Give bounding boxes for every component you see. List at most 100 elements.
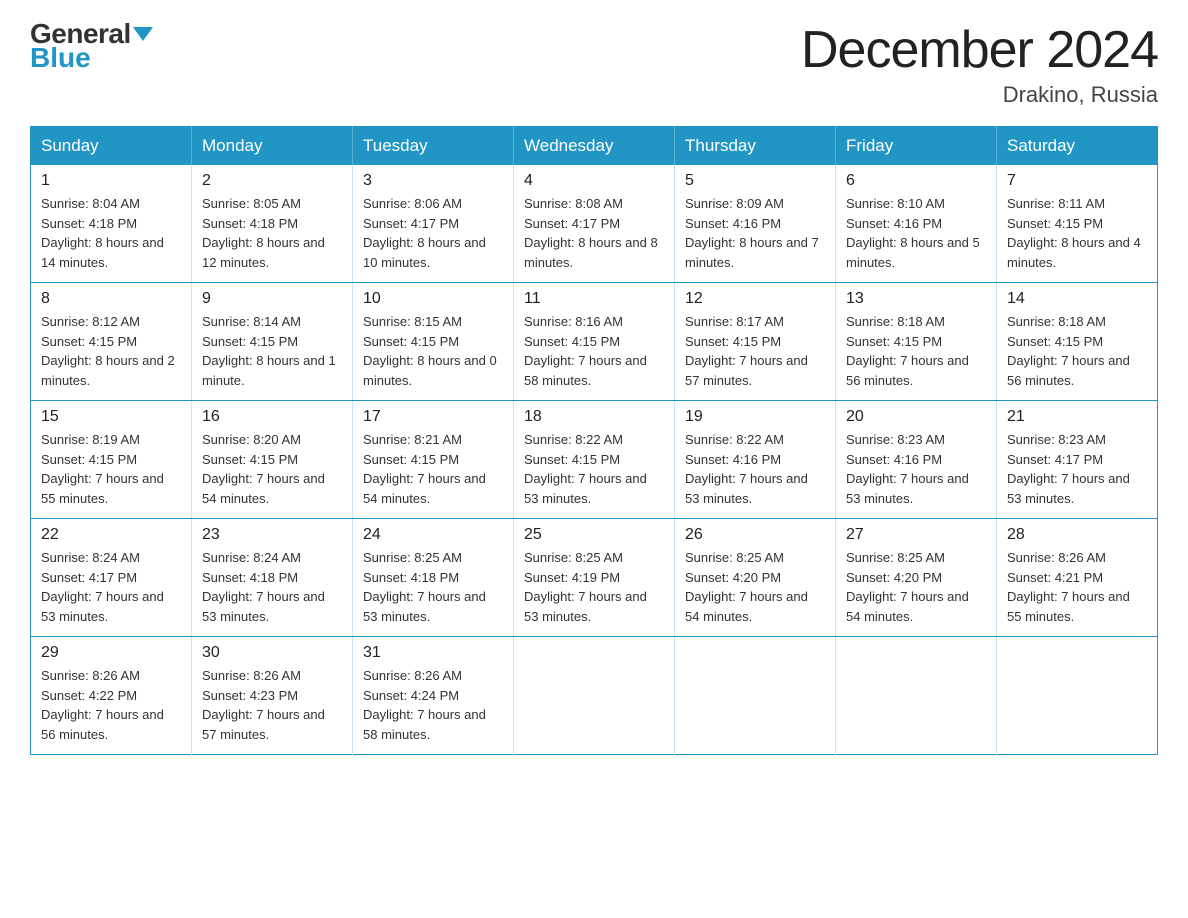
calendar-day-17: 17 Sunrise: 8:21 AM Sunset: 4:15 PM Dayl… [353, 401, 514, 519]
day-info: Sunrise: 8:06 AM Sunset: 4:17 PM Dayligh… [363, 194, 503, 272]
calendar-table: SundayMondayTuesdayWednesdayThursdayFrid… [30, 126, 1158, 755]
page-header: General Blue December 2024 Drakino, Russ… [30, 20, 1158, 108]
day-info: Sunrise: 8:24 AM Sunset: 4:17 PM Dayligh… [41, 548, 181, 626]
calendar-day-10: 10 Sunrise: 8:15 AM Sunset: 4:15 PM Dayl… [353, 283, 514, 401]
calendar-day-20: 20 Sunrise: 8:23 AM Sunset: 4:16 PM Dayl… [836, 401, 997, 519]
calendar-day-8: 8 Sunrise: 8:12 AM Sunset: 4:15 PM Dayli… [31, 283, 192, 401]
day-info: Sunrise: 8:26 AM Sunset: 4:24 PM Dayligh… [363, 666, 503, 744]
day-number: 5 [685, 172, 825, 190]
day-info: Sunrise: 8:17 AM Sunset: 4:15 PM Dayligh… [685, 312, 825, 390]
calendar-day-26: 26 Sunrise: 8:25 AM Sunset: 4:20 PM Dayl… [675, 519, 836, 637]
day-info: Sunrise: 8:18 AM Sunset: 4:15 PM Dayligh… [1007, 312, 1147, 390]
day-info: Sunrise: 8:20 AM Sunset: 4:15 PM Dayligh… [202, 430, 342, 508]
day-number: 31 [363, 644, 503, 662]
calendar-day-18: 18 Sunrise: 8:22 AM Sunset: 4:15 PM Dayl… [514, 401, 675, 519]
day-info: Sunrise: 8:09 AM Sunset: 4:16 PM Dayligh… [685, 194, 825, 272]
day-number: 4 [524, 172, 664, 190]
calendar-day-16: 16 Sunrise: 8:20 AM Sunset: 4:15 PM Dayl… [192, 401, 353, 519]
day-number: 18 [524, 408, 664, 426]
calendar-day-28: 28 Sunrise: 8:26 AM Sunset: 4:21 PM Dayl… [997, 519, 1158, 637]
calendar-day-9: 9 Sunrise: 8:14 AM Sunset: 4:15 PM Dayli… [192, 283, 353, 401]
logo-triangle-icon [133, 27, 153, 41]
day-info: Sunrise: 8:23 AM Sunset: 4:17 PM Dayligh… [1007, 430, 1147, 508]
day-info: Sunrise: 8:08 AM Sunset: 4:17 PM Dayligh… [524, 194, 664, 272]
day-number: 28 [1007, 526, 1147, 544]
day-info: Sunrise: 8:05 AM Sunset: 4:18 PM Dayligh… [202, 194, 342, 272]
calendar-day-25: 25 Sunrise: 8:25 AM Sunset: 4:19 PM Dayl… [514, 519, 675, 637]
empty-cell-w4-d6 [997, 637, 1158, 755]
day-number: 1 [41, 172, 181, 190]
empty-cell-w4-d5 [836, 637, 997, 755]
weekday-header-thursday: Thursday [675, 127, 836, 166]
location: Drakino, Russia [801, 82, 1158, 108]
day-info: Sunrise: 8:24 AM Sunset: 4:18 PM Dayligh… [202, 548, 342, 626]
day-number: 19 [685, 408, 825, 426]
weekday-header-saturday: Saturday [997, 127, 1158, 166]
day-number: 24 [363, 526, 503, 544]
calendar-day-5: 5 Sunrise: 8:09 AM Sunset: 4:16 PM Dayli… [675, 165, 836, 283]
day-info: Sunrise: 8:22 AM Sunset: 4:16 PM Dayligh… [685, 430, 825, 508]
day-info: Sunrise: 8:16 AM Sunset: 4:15 PM Dayligh… [524, 312, 664, 390]
day-number: 23 [202, 526, 342, 544]
day-number: 21 [1007, 408, 1147, 426]
calendar-day-14: 14 Sunrise: 8:18 AM Sunset: 4:15 PM Dayl… [997, 283, 1158, 401]
day-info: Sunrise: 8:25 AM Sunset: 4:19 PM Dayligh… [524, 548, 664, 626]
weekday-header-wednesday: Wednesday [514, 127, 675, 166]
day-number: 8 [41, 290, 181, 308]
calendar-week-4: 22 Sunrise: 8:24 AM Sunset: 4:17 PM Dayl… [31, 519, 1158, 637]
day-number: 7 [1007, 172, 1147, 190]
calendar-day-19: 19 Sunrise: 8:22 AM Sunset: 4:16 PM Dayl… [675, 401, 836, 519]
day-number: 15 [41, 408, 181, 426]
calendar-day-23: 23 Sunrise: 8:24 AM Sunset: 4:18 PM Dayl… [192, 519, 353, 637]
calendar-body: 1 Sunrise: 8:04 AM Sunset: 4:18 PM Dayli… [31, 165, 1158, 755]
calendar-day-13: 13 Sunrise: 8:18 AM Sunset: 4:15 PM Dayl… [836, 283, 997, 401]
calendar-day-11: 11 Sunrise: 8:16 AM Sunset: 4:15 PM Dayl… [514, 283, 675, 401]
empty-cell-w4-d3 [514, 637, 675, 755]
day-number: 9 [202, 290, 342, 308]
day-info: Sunrise: 8:25 AM Sunset: 4:18 PM Dayligh… [363, 548, 503, 626]
day-info: Sunrise: 8:12 AM Sunset: 4:15 PM Dayligh… [41, 312, 181, 390]
calendar-day-31: 31 Sunrise: 8:26 AM Sunset: 4:24 PM Dayl… [353, 637, 514, 755]
calendar-day-2: 2 Sunrise: 8:05 AM Sunset: 4:18 PM Dayli… [192, 165, 353, 283]
weekday-header-row: SundayMondayTuesdayWednesdayThursdayFrid… [31, 127, 1158, 166]
calendar-day-7: 7 Sunrise: 8:11 AM Sunset: 4:15 PM Dayli… [997, 165, 1158, 283]
calendar-day-30: 30 Sunrise: 8:26 AM Sunset: 4:23 PM Dayl… [192, 637, 353, 755]
calendar-week-2: 8 Sunrise: 8:12 AM Sunset: 4:15 PM Dayli… [31, 283, 1158, 401]
day-info: Sunrise: 8:25 AM Sunset: 4:20 PM Dayligh… [846, 548, 986, 626]
day-number: 27 [846, 526, 986, 544]
calendar-day-27: 27 Sunrise: 8:25 AM Sunset: 4:20 PM Dayl… [836, 519, 997, 637]
day-number: 22 [41, 526, 181, 544]
day-number: 6 [846, 172, 986, 190]
day-info: Sunrise: 8:22 AM Sunset: 4:15 PM Dayligh… [524, 430, 664, 508]
calendar-week-1: 1 Sunrise: 8:04 AM Sunset: 4:18 PM Dayli… [31, 165, 1158, 283]
day-info: Sunrise: 8:11 AM Sunset: 4:15 PM Dayligh… [1007, 194, 1147, 272]
day-info: Sunrise: 8:25 AM Sunset: 4:20 PM Dayligh… [685, 548, 825, 626]
day-info: Sunrise: 8:18 AM Sunset: 4:15 PM Dayligh… [846, 312, 986, 390]
day-number: 25 [524, 526, 664, 544]
calendar-day-22: 22 Sunrise: 8:24 AM Sunset: 4:17 PM Dayl… [31, 519, 192, 637]
day-info: Sunrise: 8:26 AM Sunset: 4:21 PM Dayligh… [1007, 548, 1147, 626]
day-number: 26 [685, 526, 825, 544]
day-info: Sunrise: 8:26 AM Sunset: 4:22 PM Dayligh… [41, 666, 181, 744]
day-number: 3 [363, 172, 503, 190]
day-number: 29 [41, 644, 181, 662]
calendar-week-5: 29 Sunrise: 8:26 AM Sunset: 4:22 PM Dayl… [31, 637, 1158, 755]
day-info: Sunrise: 8:23 AM Sunset: 4:16 PM Dayligh… [846, 430, 986, 508]
day-number: 16 [202, 408, 342, 426]
calendar-day-6: 6 Sunrise: 8:10 AM Sunset: 4:16 PM Dayli… [836, 165, 997, 283]
calendar-day-4: 4 Sunrise: 8:08 AM Sunset: 4:17 PM Dayli… [514, 165, 675, 283]
logo: General Blue [30, 20, 155, 72]
day-number: 30 [202, 644, 342, 662]
day-info: Sunrise: 8:10 AM Sunset: 4:16 PM Dayligh… [846, 194, 986, 272]
calendar-week-3: 15 Sunrise: 8:19 AM Sunset: 4:15 PM Dayl… [31, 401, 1158, 519]
calendar-day-12: 12 Sunrise: 8:17 AM Sunset: 4:15 PM Dayl… [675, 283, 836, 401]
weekday-header-friday: Friday [836, 127, 997, 166]
day-number: 2 [202, 172, 342, 190]
weekday-header-monday: Monday [192, 127, 353, 166]
day-info: Sunrise: 8:15 AM Sunset: 4:15 PM Dayligh… [363, 312, 503, 390]
month-title: December 2024 [801, 20, 1158, 80]
day-number: 13 [846, 290, 986, 308]
calendar-day-21: 21 Sunrise: 8:23 AM Sunset: 4:17 PM Dayl… [997, 401, 1158, 519]
logo-blue: Blue [30, 44, 155, 72]
title-area: December 2024 Drakino, Russia [801, 20, 1158, 108]
